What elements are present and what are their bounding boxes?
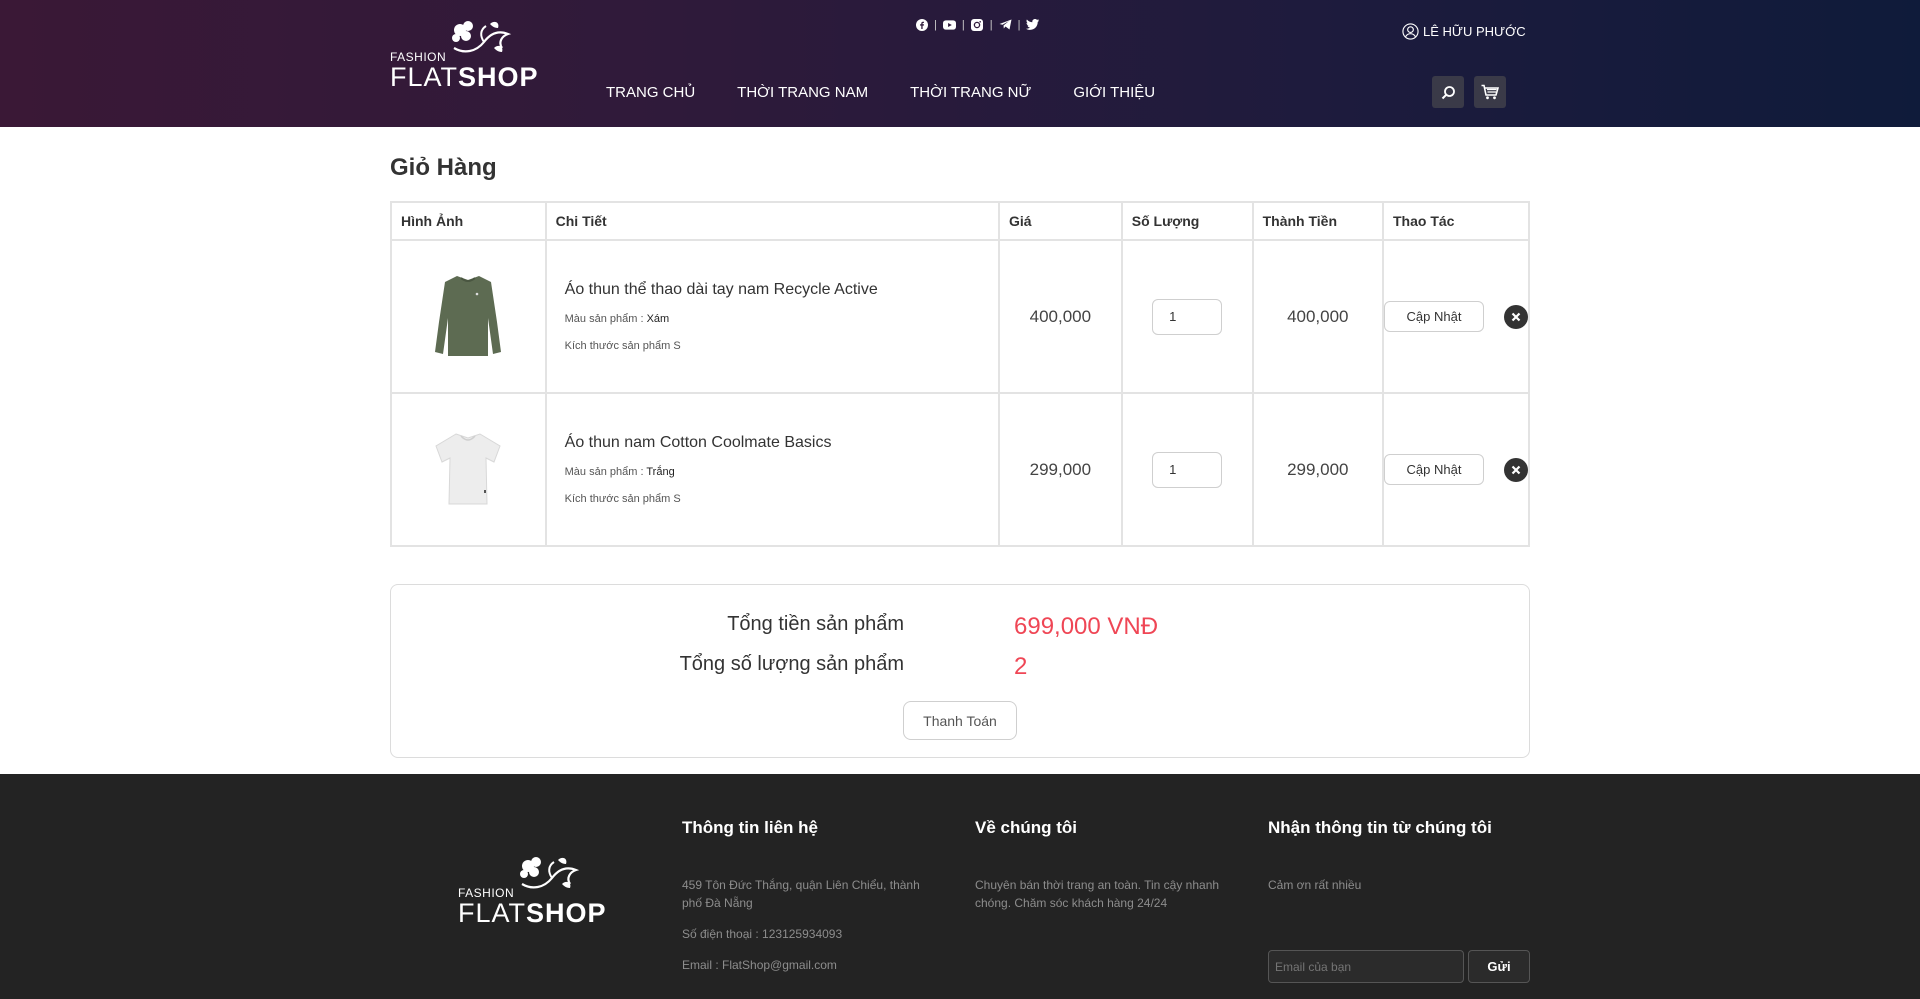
actions-cell: Cập Nhật	[1382, 392, 1530, 547]
search-button[interactable]	[1432, 76, 1464, 108]
nav-about[interactable]: GIỚI THIỆU	[1073, 84, 1155, 101]
separator: |	[961, 18, 965, 31]
quantity-input[interactable]	[1152, 298, 1223, 335]
footer-about-title: Về chúng tôi	[975, 818, 1077, 837]
newsletter-email-input[interactable]	[1268, 950, 1464, 983]
facebook-icon[interactable]	[915, 18, 928, 31]
quantity-cell	[1120, 239, 1254, 394]
product-detail-cell: Áo thun thể thao dài tay nam Recycle Act…	[544, 239, 1000, 394]
column-header-actions: Thao Tác	[1382, 201, 1530, 241]
twitter-icon[interactable]	[1026, 18, 1040, 31]
update-button[interactable]: Cập Nhật	[1384, 454, 1484, 485]
cart-icon	[1481, 84, 1499, 100]
product-image-t-shirt[interactable]	[432, 428, 504, 508]
footer-newsletter-title: Nhận thông tin từ chúng tôi	[1268, 818, 1492, 837]
separator: |	[989, 18, 993, 31]
footer-contact: Thông tin liên hệ 459 Tôn Đức Thắng, quậ…	[682, 818, 942, 987]
product-image-cell	[390, 392, 547, 547]
product-line-total: 299,000	[1251, 392, 1385, 547]
product-size: Kích thước sản phẩm S	[564, 493, 681, 505]
nav-men-fashion[interactable]: THỜI TRANG NAM	[737, 84, 868, 101]
user-account[interactable]: LÊ HỮU PHƯỚC	[1402, 23, 1526, 40]
product-detail-cell: Áo thun nam Cotton Coolmate Basics Màu s…	[544, 392, 1000, 547]
product-color: Màu sản phẩm : Xám	[564, 313, 670, 325]
social-links: | | | |	[915, 18, 1040, 31]
quantity-cell	[1120, 392, 1254, 547]
product-size: Kích thước sản phẩm S	[564, 340, 681, 352]
logo-flatshop-text: FLATSHOP	[390, 62, 539, 92]
product-price: 400,000	[997, 239, 1123, 394]
footer-about-text: Chuyên bán thời trang an toàn. Tin cậy n…	[975, 878, 1220, 910]
column-header-image: Hình Ảnh	[390, 201, 547, 241]
instagram-icon[interactable]	[971, 18, 984, 31]
column-header-quantity: Số Lượng	[1120, 201, 1254, 241]
product-price: 299,000	[997, 392, 1123, 547]
nav-home[interactable]: TRANG CHỦ	[606, 84, 695, 101]
footer-phone: Số điện thoại : 123125934093	[682, 927, 843, 941]
total-price-value: 699,000 VNĐ	[1014, 613, 1159, 640]
product-color: Màu sản phẩm : Trắng	[564, 466, 675, 478]
youtube-icon[interactable]	[942, 18, 956, 31]
cart-table: Hình Ảnh Chi Tiết Giá Số Lượng Thành Tiề…	[390, 201, 1530, 547]
separator: |	[1017, 18, 1021, 31]
product-image-cell	[390, 239, 547, 394]
cart-summary: Tổng tiền sản phẩm 699,000 VNĐ Tổng số l…	[390, 584, 1530, 758]
nav-women-fashion[interactable]: THỜI TRANG NỮ	[910, 84, 1031, 101]
site-footer: FASHION FLATSHOP Thông tin liên hệ 459 T…	[0, 774, 1920, 999]
footer-email: Email : FlatShop@gmail.com	[682, 958, 837, 972]
search-icon	[1441, 85, 1455, 99]
table-row: Áo thun thể thao dài tay nam Recycle Act…	[390, 239, 1530, 394]
separator: |	[934, 18, 937, 31]
remove-item-button[interactable]	[1504, 457, 1528, 482]
footer-address: 459 Tôn Đức Thắng, quận Liên Chiểu, thàn…	[682, 878, 920, 910]
flower-ornament-icon	[452, 21, 512, 53]
column-header-detail: Chi Tiết	[544, 201, 1000, 241]
footer-about: Về chúng tôi Chuyên bán thời trang an to…	[975, 818, 1235, 925]
footer-newsletter: Nhận thông tin từ chúng tôi Cảm ơn rất n…	[1268, 818, 1538, 983]
product-name[interactable]: Áo thun nam Cotton Coolmate Basics	[565, 434, 998, 452]
product-image-long-sleeve-shirt[interactable]	[433, 272, 503, 358]
total-quantity-label: Tổng số lượng sản phẩm	[679, 653, 904, 675]
remove-item-button[interactable]	[1504, 304, 1528, 329]
update-button[interactable]: Cập Nhật	[1384, 301, 1484, 332]
close-icon	[1511, 465, 1521, 474]
table-header-row: Hình Ảnh Chi Tiết Giá Số Lượng Thành Tiề…	[390, 201, 1530, 241]
total-price-label: Tổng tiền sản phẩm	[727, 613, 904, 635]
footer-newsletter-text: Cảm ơn rất nhiều	[1268, 878, 1362, 892]
user-icon	[1402, 23, 1419, 40]
newsletter-send-button[interactable]: Gửi	[1468, 950, 1530, 983]
product-line-total: 400,000	[1251, 239, 1385, 394]
footer-contact-title: Thông tin liên hệ	[682, 818, 818, 837]
table-row: Áo thun nam Cotton Coolmate Basics Màu s…	[390, 392, 1530, 547]
footer-flatshop-logo[interactable]: FASHION FLATSHOP	[458, 854, 606, 928]
column-header-total: Thành Tiền	[1251, 201, 1385, 241]
user-name: LÊ HỮU PHƯỚC	[1423, 24, 1526, 39]
main-nav: TRANG CHỦ THỜI TRANG NAM THỜI TRANG NỮ G…	[606, 84, 1197, 101]
close-icon	[1511, 312, 1521, 321]
column-header-price: Giá	[997, 201, 1123, 241]
page-title: Giỏ Hàng	[390, 154, 497, 181]
flatshop-logo[interactable]: FASHION FLATSHOP	[390, 18, 538, 92]
quantity-input[interactable]	[1152, 451, 1223, 488]
flower-ornament-icon	[520, 857, 580, 889]
logo-flatshop-text: FLATSHOP	[458, 898, 607, 928]
telegram-icon[interactable]	[999, 18, 1012, 31]
site-header: FASHION FLATSHOP | | | | LÊ HỮU PHƯỚC TR…	[0, 0, 1920, 127]
cart-button[interactable]	[1474, 76, 1506, 108]
product-name[interactable]: Áo thun thể thao dài tay nam Recycle Act…	[565, 281, 998, 299]
actions-cell: Cập Nhật	[1382, 239, 1530, 394]
total-quantity-value: 2	[1014, 653, 1028, 680]
checkout-button[interactable]: Thanh Toán	[903, 701, 1017, 740]
